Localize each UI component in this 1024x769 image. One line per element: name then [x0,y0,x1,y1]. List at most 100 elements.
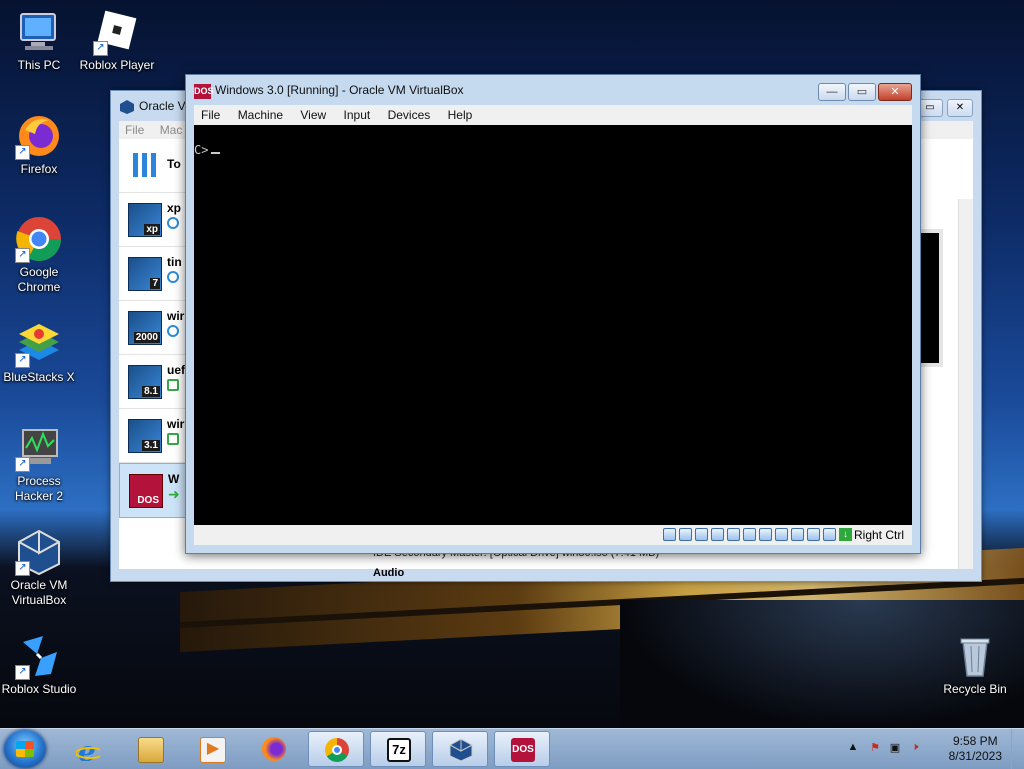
bluestacks-icon: ↗ [15,320,63,368]
minimize-button[interactable]: — [818,83,846,101]
saved-state-icon [167,433,179,445]
menu-devices[interactable]: Devices [381,105,438,125]
running-arrow-icon: ➜ [168,486,180,502]
menu-help[interactable]: Help [441,105,480,125]
vm-name: W [168,472,180,486]
vm-os-icon: 2000 [128,311,162,345]
manager-menu-machine[interactable]: Mac [160,123,183,137]
network-icon[interactable] [727,528,740,541]
saved-state-icon [167,379,179,391]
taskbar-app-firefox[interactable] [246,731,302,767]
desktop-icon-label: Google Chrome [17,265,61,294]
manager-menu-file[interactable]: File [125,123,144,137]
vm-name: uef [167,363,185,377]
taskbar-app-file-explorer[interactable] [122,731,178,767]
dos-icon: DOS [511,738,535,762]
media-player-icon: ▶ [200,737,226,763]
menu-input[interactable]: Input [337,105,378,125]
powered-off-icon [167,217,179,229]
menu-machine[interactable]: Machine [231,105,290,125]
optical-drive-icon[interactable] [679,528,692,541]
cpu-virtualization-icon[interactable] [807,528,820,541]
dos-prompt: C> [194,142,221,157]
chrome-icon: ↗ [15,215,63,263]
close-button[interactable]: ✕ [878,83,912,101]
vm-os-icon: 7 [128,257,162,291]
recording-icon[interactable] [791,528,804,541]
shortcut-arrow-icon: ↗ [15,457,30,472]
maximize-button[interactable]: ▭ [848,83,876,101]
desktop-icon-this-pc[interactable]: This PC [1,8,77,73]
vm-running-window[interactable]: DOS Windows 3.0 [Running] - Oracle VM Vi… [185,74,921,554]
system-tray: ▲ ⚑ ▣ 🕨 9:58 PM 8/31/2023 [834,729,1024,769]
start-button[interactable] [4,730,46,768]
vm-os-icon: 8.1 [128,365,162,399]
window-title: Windows 3.0 [Running] - Oracle VM Virtua… [215,83,464,97]
taskbar-app-media-player[interactable]: ▶ [184,731,240,767]
vm-os-icon: 3.1 [128,419,162,453]
show-hidden-icons-chevron-icon[interactable]: ▲ [846,741,860,755]
shared-folders-icon[interactable] [759,528,772,541]
powered-off-icon [167,325,179,337]
virtualbox-icon [120,100,134,114]
desktop-icon-firefox[interactable]: ↗ Firefox [1,112,77,177]
desktop-icon-label: Roblox Studio [1,682,77,696]
desktop-icon-oracle-vm-virtualbox[interactable]: ↗ Oracle VM VirtualBox [1,528,77,608]
clock-time: 9:58 PM [952,734,998,748]
vm-name: xp [167,201,182,215]
action-center-flag-icon[interactable]: ⚑ [868,741,882,755]
vm-name: wir [167,309,185,323]
taskbar-app-7zip[interactable]: 7z [370,731,426,767]
vm-status-bar: ↓ Right Ctrl [194,525,912,545]
device-indicators [660,528,836,544]
vm-title-bar[interactable]: DOS Windows 3.0 [Running] - Oracle VM Vi… [186,75,920,107]
desktop-icon-label: Roblox Player [79,58,155,72]
shortcut-arrow-icon: ↗ [15,353,30,368]
vm-name: wir [167,417,185,431]
taskbar-clock[interactable]: 9:58 PM 8/31/2023 [949,734,1002,764]
desktop-icon-roblox-player[interactable]: ↗ Roblox Player [79,8,155,73]
prompt-text: C> [194,143,209,157]
desktop-icon-google-chrome[interactable]: ↗ Google Chrome [1,215,77,295]
text-cursor [211,142,221,154]
tools-icon [133,153,156,177]
desktop-icon-label: Oracle VM VirtualBox [10,578,68,607]
mouse-integration-icon[interactable] [823,528,836,541]
details-scrollbar[interactable] [958,199,973,569]
virtualbox-icon [449,738,473,762]
audio-icon[interactable] [711,528,724,541]
network-icon[interactable]: ▣ [888,741,902,755]
taskbar-app-internet-explorer[interactable]: e [60,731,116,767]
shortcut-arrow-icon: ↗ [15,248,30,263]
menu-view[interactable]: View [293,105,333,125]
taskbar-app-dos-vm[interactable]: DOS [494,731,550,767]
menu-file[interactable]: File [194,105,227,125]
windows-logo-icon [16,741,34,757]
desktop-icon-roblox-studio[interactable]: ↗ Roblox Studio [1,632,77,697]
host-key-label[interactable]: Right Ctrl [854,528,904,542]
volume-muted-icon[interactable]: 🕨 [908,741,922,755]
desktop-icon-bluestacks-x[interactable]: ↗ BlueStacks X [1,320,77,385]
desktop-icon-recycle-bin[interactable]: Recycle Bin [937,632,1013,697]
vm-name: tin [167,255,182,269]
vm-guest-display[interactable]: C> [194,125,912,525]
taskbar-app-virtualbox[interactable] [432,731,488,767]
dos-icon: DOS [194,84,214,99]
manager-close-button[interactable]: ✕ [947,99,973,117]
desktop-icon-process-hacker-2[interactable]: ↗ Process Hacker 2 [1,424,77,504]
firefox-icon [262,737,286,761]
shortcut-arrow-icon: ↗ [93,41,108,56]
taskbar-app-google-chrome[interactable] [308,731,364,767]
recycle-bin-icon [951,632,999,680]
audio-section-label: Audio [373,567,405,579]
usb-icon[interactable] [743,528,756,541]
display-icon[interactable] [775,528,788,541]
host-key-arrow-icon: ↓ [839,528,852,541]
hard-disk-icon[interactable] [663,528,676,541]
desktop-icon-label: BlueStacks X [3,370,75,384]
desktop-icon-label: Firefox [20,162,58,176]
shortcut-arrow-icon: ↗ [15,145,30,160]
floppy-icon[interactable] [695,528,708,541]
show-desktop-button[interactable] [1011,729,1024,769]
internet-explorer-icon: e [76,737,100,761]
